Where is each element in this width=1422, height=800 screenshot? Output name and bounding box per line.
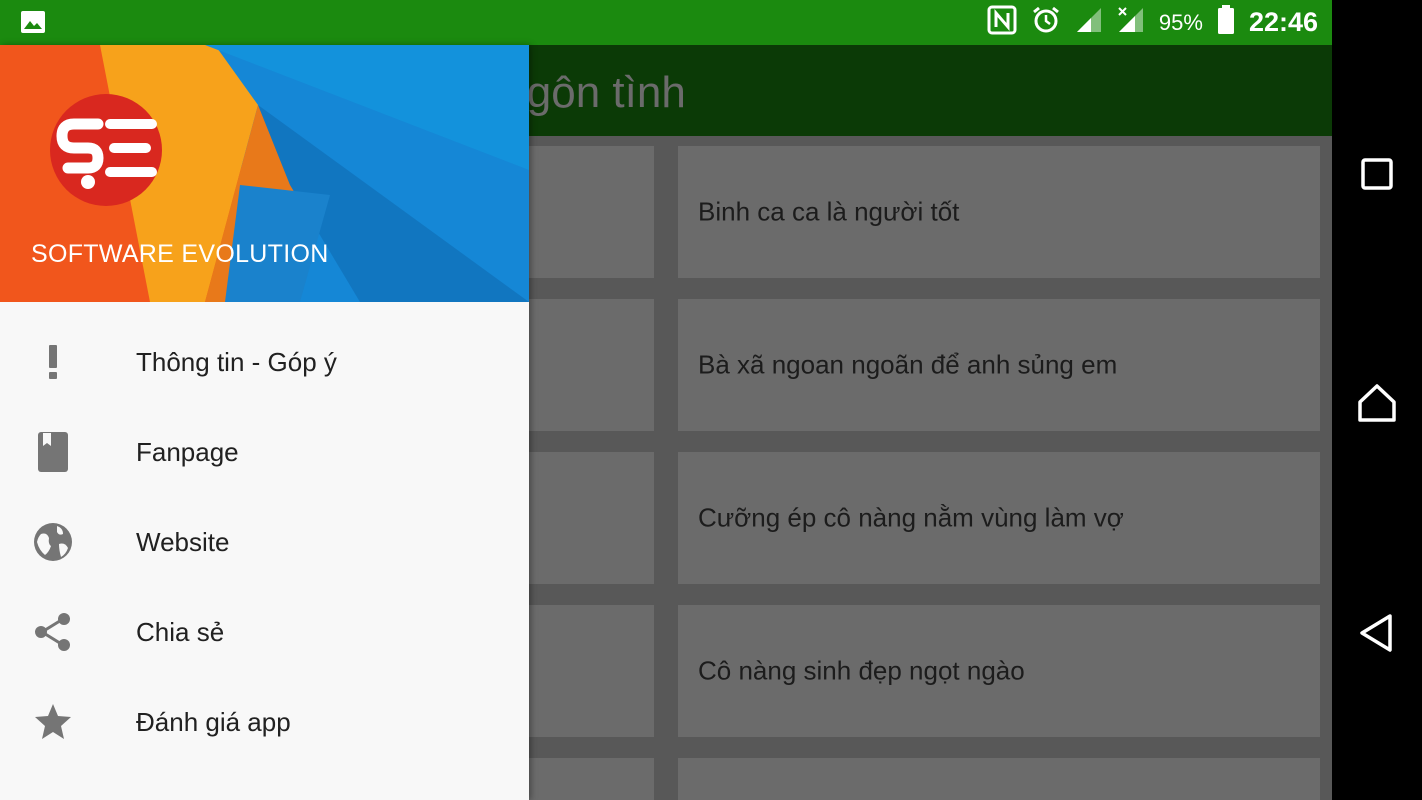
system-navigation-bar: [1332, 0, 1422, 800]
app-screen: 95% 22:46 ruyện ngôn tình Binh ca ca là …: [0, 0, 1332, 800]
menu-item-label: Website: [136, 527, 230, 557]
story-card[interactable]: Cô nàng sinh đẹp ngọt ngào: [678, 605, 1320, 737]
story-title: Cô nàng sinh đẹp ngọt ngào: [698, 655, 1025, 686]
battery-percent: 95%: [1158, 9, 1203, 35]
story-card[interactable]: Cưỡng ép cô nàng nằm vùng làm vợ: [678, 452, 1320, 584]
menu-item-label: Đánh giá app: [136, 707, 291, 737]
star-icon: [33, 702, 73, 742]
home-icon: [1358, 384, 1396, 422]
menu-item-share[interactable]: Chia sẻ: [0, 587, 529, 677]
navigation-drawer: SOFTWARE EVOLUTION Thông tin - Góp ý Fan…: [0, 45, 529, 800]
home-button[interactable]: [1354, 380, 1400, 426]
signal-icon: [1075, 6, 1103, 39]
info-exclamation-icon: [33, 342, 73, 382]
brand-name: SOFTWARE EVOLUTION: [31, 240, 329, 268]
drawer-header: SOFTWARE EVOLUTION: [0, 45, 529, 302]
globe-icon: [33, 522, 73, 562]
menu-item-fanpage[interactable]: Fanpage: [0, 407, 529, 497]
story-card[interactable]: Bà xã ngoan ngoãn để anh sủng em: [678, 299, 1320, 431]
status-bar: 95% 22:46: [0, 0, 1332, 45]
clock: 22:46: [1248, 7, 1318, 37]
story-title: Binh ca ca là người tốt: [698, 196, 960, 227]
menu-item-label: Thông tin - Góp ý: [136, 347, 337, 377]
recents-square-icon: [1361, 158, 1393, 190]
battery-icon: [1217, 5, 1235, 40]
back-button[interactable]: [1354, 610, 1400, 656]
menu-item-label: Chia sẻ: [136, 617, 225, 647]
menu-item-rate-app[interactable]: Đánh giá app: [0, 677, 529, 767]
story-title: Cưỡng ép cô nàng nằm vùng làm vợ: [698, 502, 1124, 533]
alarm-icon: [1031, 5, 1061, 40]
software-evolution-logo: [48, 92, 164, 208]
story-card[interactable]: [678, 758, 1320, 800]
menu-item-label: Fanpage: [136, 437, 239, 467]
signal-no-data-icon: [1117, 6, 1145, 39]
book-icon: [33, 432, 73, 472]
image-notification-icon: [20, 10, 46, 39]
menu-item-info-feedback[interactable]: Thông tin - Góp ý: [0, 317, 529, 407]
menu-item-website[interactable]: Website: [0, 497, 529, 587]
recents-button[interactable]: [1354, 151, 1400, 197]
story-card[interactable]: Binh ca ca là người tốt: [678, 146, 1320, 278]
story-title: Bà xã ngoan ngoãn để anh sủng em: [698, 349, 1118, 380]
back-triangle-icon: [1360, 614, 1392, 652]
nfc-icon: [987, 5, 1017, 40]
share-icon: [33, 612, 73, 652]
